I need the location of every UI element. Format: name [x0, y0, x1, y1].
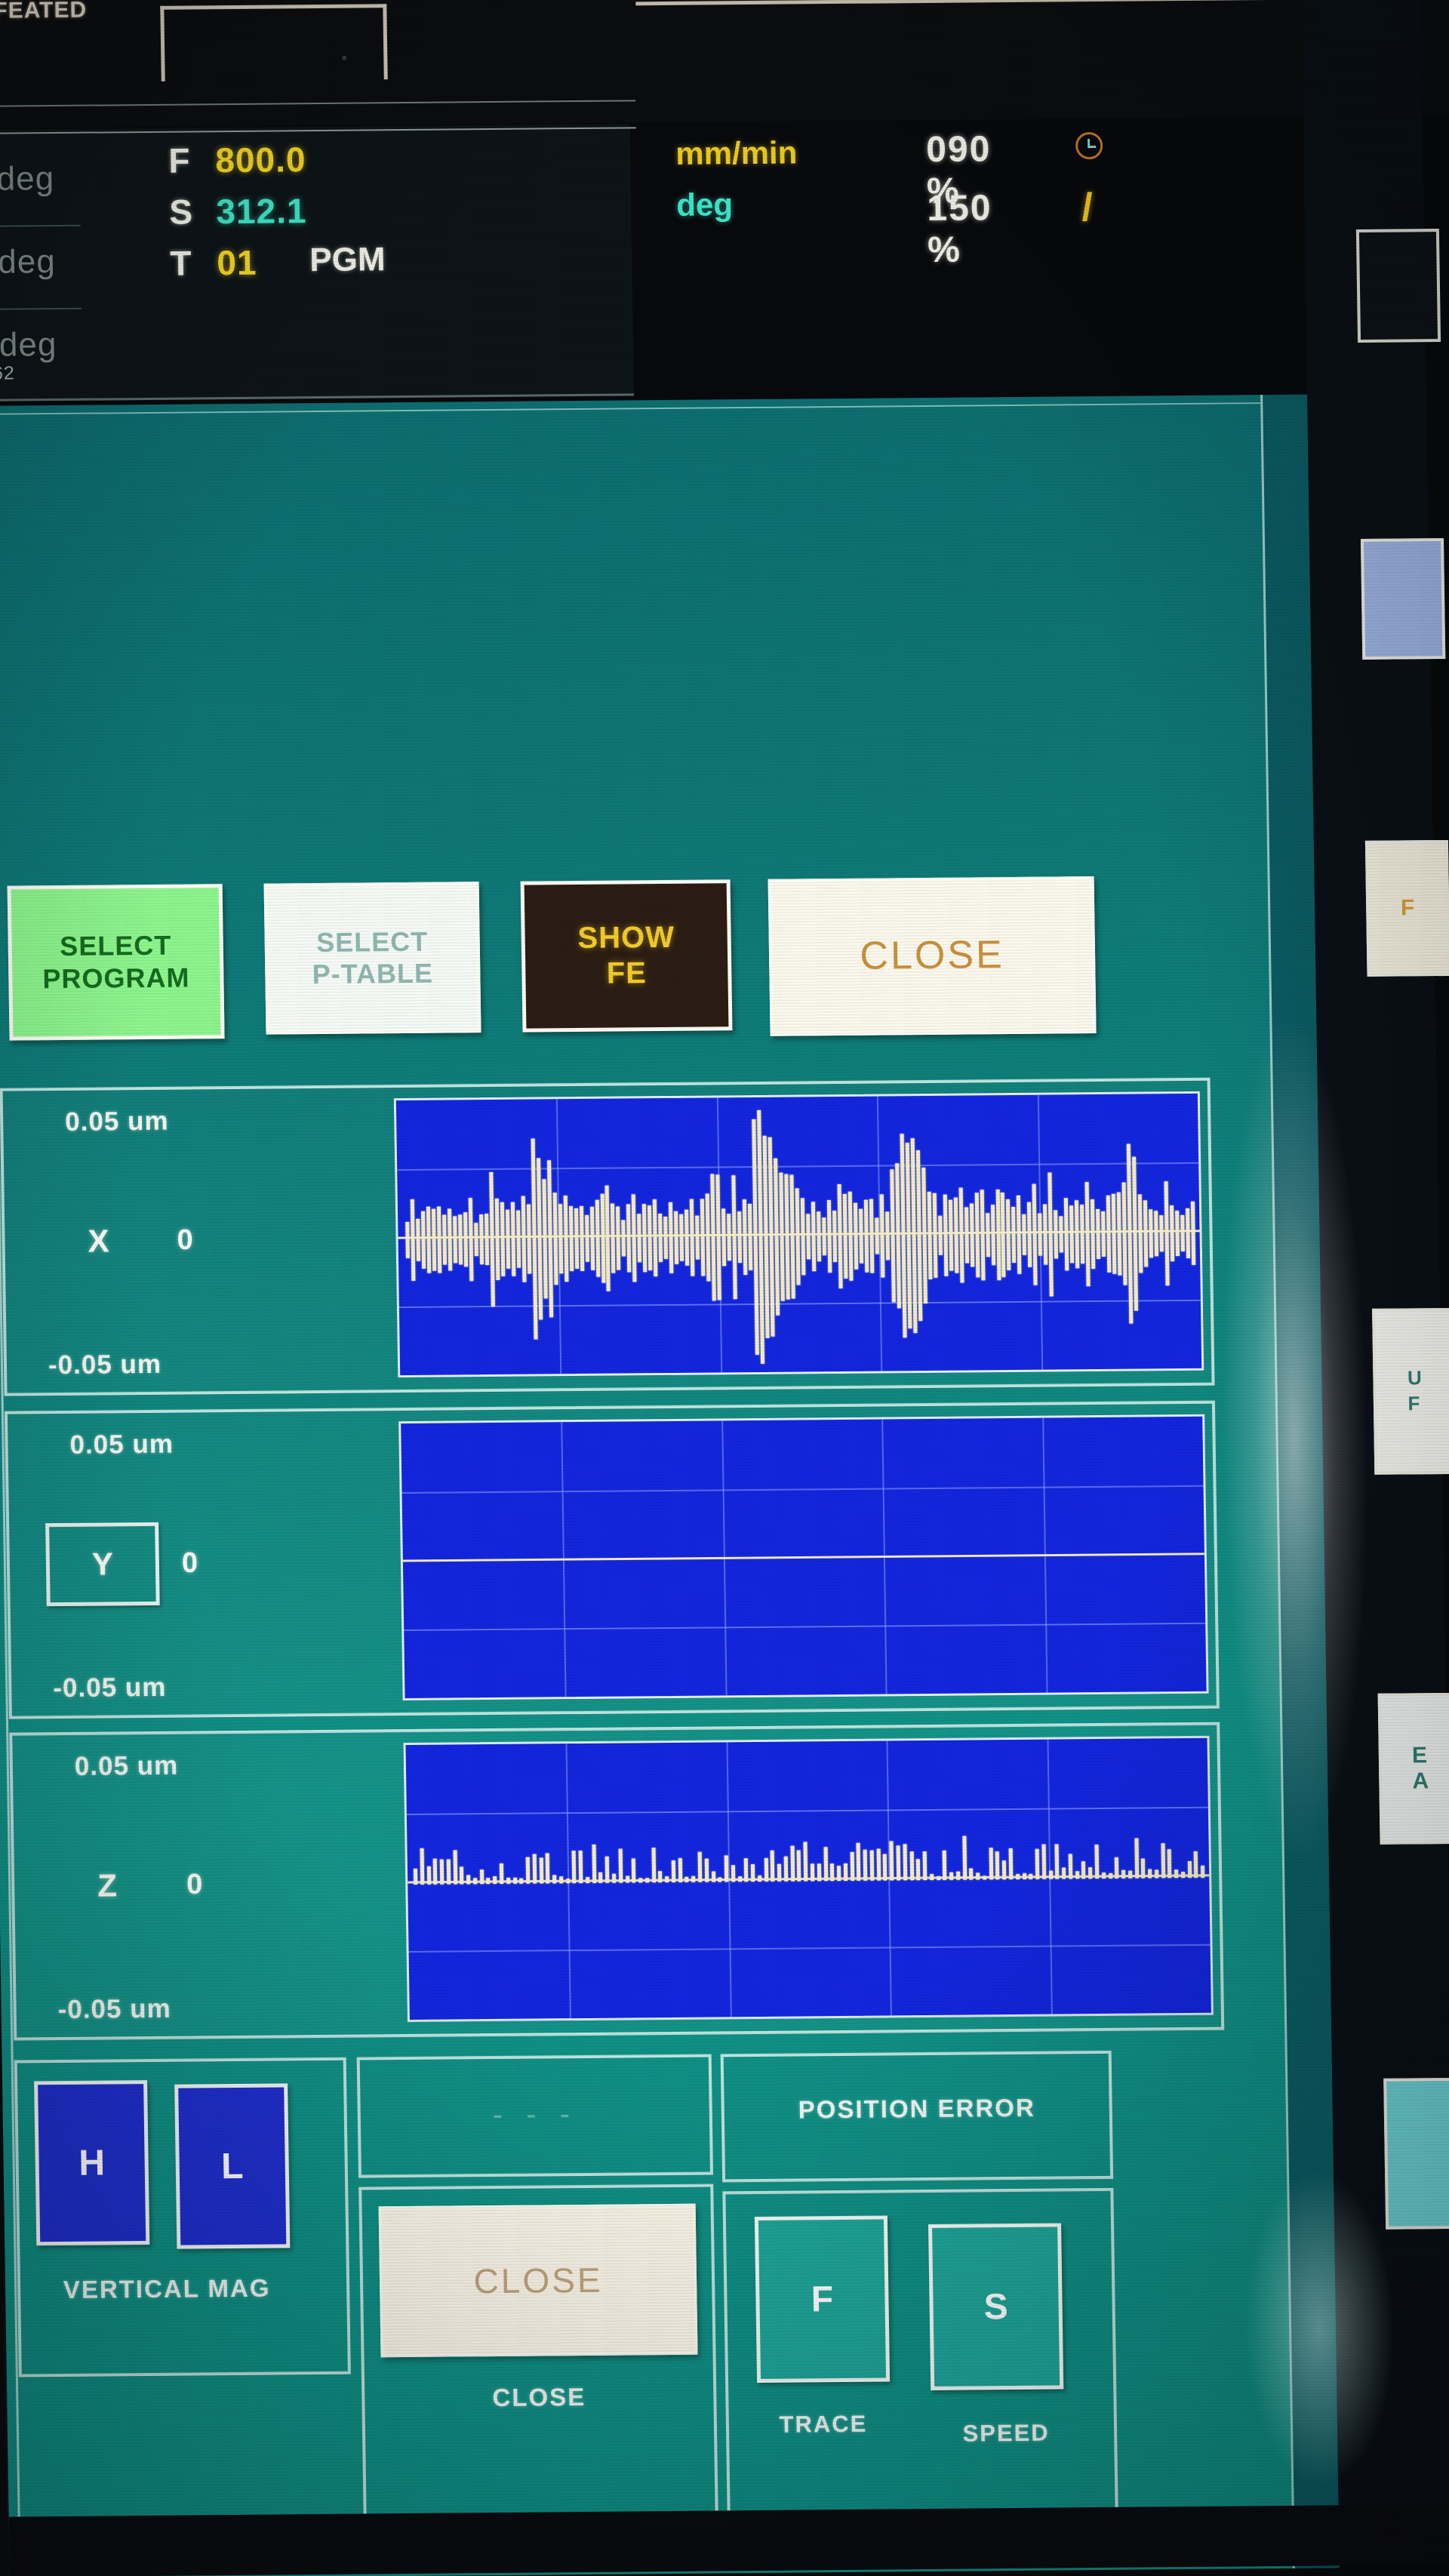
position-unit: deg: [0, 243, 57, 281]
position-row: 5562 234.5562 deg: [0, 312, 83, 397]
select-program-button[interactable]: SELECT PROGRAM: [7, 884, 225, 1041]
units-column: mm/min deg: [675, 134, 798, 239]
graph-axis-name-x[interactable]: X: [88, 1223, 109, 1259]
trace-z: [406, 1738, 1211, 2020]
graph-bottom-label: -0.05 um: [57, 1993, 171, 2025]
right-softkey-6[interactable]: [1383, 2077, 1449, 2230]
close-status-dashes: - - -: [492, 2097, 578, 2132]
graph-panel-y: 0.05 um Y 0 -0.05 um: [4, 1400, 1220, 1719]
graph-zero-label: 0: [181, 1547, 198, 1580]
right-softkey-5[interactable]: EA: [1377, 1692, 1449, 1845]
clock-icon: [1075, 131, 1103, 160]
vertical-mag-caption: VERTICAL MAG: [63, 2273, 271, 2304]
tool-value: 01: [216, 242, 257, 283]
graph-bottom-label: -0.05 um: [53, 1672, 167, 1703]
position-separator: [0, 224, 81, 229]
position-unit: deg: [0, 160, 55, 198]
position-subvalue: 234.5562: [0, 362, 15, 385]
spindle-override-row: 150 % /: [927, 186, 1093, 270]
graph-top-label: 0.05 um: [69, 1429, 174, 1460]
close-button-label: CLOSE: [859, 933, 1005, 979]
graph-top-label: 0.05 um: [64, 1106, 169, 1137]
select-ptable-button[interactable]: SELECT P-TABLE: [263, 882, 481, 1035]
feed-key: F: [168, 140, 190, 180]
screen-photo: EFEATED 0000 0.0000 deg 0000 0.0000 deg …: [0, 0, 1449, 2576]
spindle-row: S 312.1: [169, 187, 623, 242]
tool-row: T 01 PGM: [170, 239, 623, 294]
speed-s-button[interactable]: S: [928, 2223, 1064, 2390]
graph-panel-x: 0.05 um X 0 -0.05 um: [0, 1077, 1215, 1396]
close-small-button[interactable]: CLOSE: [378, 2203, 698, 2358]
feed-row: F 800.0: [168, 136, 622, 191]
bezel-bracket-right: [635, 0, 1392, 82]
bezel-dot: [342, 55, 347, 60]
bottom-dark-strip: [8, 2504, 1449, 2576]
show-fe-label-2: FE: [606, 956, 648, 990]
select-program-label-2: PROGRAM: [42, 962, 190, 994]
graph-axis-name-y[interactable]: Y: [45, 1522, 160, 1607]
show-fe-button[interactable]: SHOW FE: [520, 879, 733, 1033]
feed-spindle-tool-block: F 800.0 S 312.1 T 01 PGM: [168, 136, 623, 294]
right-softkey-4[interactable]: UF: [1372, 1307, 1449, 1475]
position-error-panel: POSITION ERROR: [720, 2050, 1114, 2183]
tool-mode: PGM: [309, 241, 386, 279]
plot-area-y[interactable]: [398, 1414, 1209, 1701]
cnc-screen: EFEATED 0000 0.0000 deg 0000 0.0000 deg …: [0, 0, 1449, 2576]
graph-bottom-label: -0.05 um: [48, 1349, 162, 1380]
feed-unit-row: mm/min: [675, 134, 798, 187]
speed-s-label: S: [983, 2286, 1009, 2327]
bezel-bracket-left: [160, 4, 388, 82]
spindle-key: S: [168, 192, 193, 232]
trace-y: [401, 1417, 1206, 1698]
position-row: 0000 0.0000 deg: [0, 229, 82, 314]
graph-top-label: 0.05 um: [74, 1750, 179, 1781]
position-row: 0000 0.0000 deg: [0, 146, 81, 231]
status-panel-divider: [0, 100, 636, 134]
position-error-caption: POSITION ERROR: [798, 2093, 1036, 2124]
spindle-unit-row: deg: [676, 186, 733, 239]
toolbar: SELECT PROGRAM SELECT P-TABLE SHOW FE CL…: [7, 869, 1247, 1064]
graph-panel-z: 0.05 um Z 0 -0.05 um: [9, 1722, 1225, 2041]
show-fe-label-1: SHOW: [577, 920, 675, 955]
trace-speed-panel: F S TRACE SPEED: [722, 2187, 1118, 2516]
plot-area-z[interactable]: [403, 1735, 1214, 2023]
graph-zero-label: 0: [177, 1223, 194, 1257]
vertical-mag-high-label: H: [78, 2143, 106, 2184]
speed-caption: SPEED: [962, 2419, 1050, 2447]
feed-override-row: 090 %: [926, 129, 1103, 211]
right-softkey-2[interactable]: [1360, 537, 1446, 660]
tool-key: T: [169, 243, 192, 283]
close-panel-caption: CLOSE: [492, 2382, 586, 2412]
feed-value: 800.0: [214, 140, 306, 180]
position-separator: [0, 307, 82, 312]
select-program-label-1: SELECT: [59, 929, 172, 962]
spindle-override-value: 150 %: [926, 188, 992, 270]
trace-f-button[interactable]: F: [754, 2215, 891, 2383]
trace-x: [396, 1094, 1201, 1375]
feed-unit: mm/min: [675, 134, 798, 171]
override-block: 090 % 150 % /: [926, 129, 1103, 270]
vertical-mag-low-button[interactable]: L: [174, 2083, 291, 2249]
vertical-mag-panel: H L VERTICAL MAG: [14, 2057, 351, 2377]
select-ptable-label-1: SELECT: [315, 925, 429, 958]
spindle-unit: deg: [675, 186, 734, 223]
close-panel: CLOSE CLOSE: [358, 2184, 718, 2519]
top-banner-text: EFEATED: [0, 0, 88, 23]
vertical-mag-high-button[interactable]: H: [34, 2080, 150, 2246]
plot-area-x[interactable]: [393, 1091, 1204, 1378]
graph-axis-name-z[interactable]: Z: [97, 1867, 117, 1904]
select-ptable-label-2: P-TABLE: [312, 957, 434, 990]
graph-zero-label: 0: [186, 1868, 203, 1901]
spindle-value: 312.1: [215, 191, 307, 232]
position-unit: deg: [0, 326, 57, 364]
right-softkey-3[interactable]: F: [1364, 839, 1449, 977]
close-status-panel: - - -: [356, 2054, 714, 2178]
slash-icon: /: [1081, 186, 1094, 230]
vertical-mag-low-label: L: [220, 2146, 244, 2187]
right-softkey-1[interactable]: [1355, 229, 1441, 343]
trace-f-label: F: [811, 2279, 834, 2319]
close-small-button-label: CLOSE: [473, 2260, 603, 2301]
position-readout-column: 0000 0.0000 deg 0000 0.0000 deg 5562 234…: [0, 146, 83, 397]
close-button[interactable]: CLOSE: [768, 876, 1097, 1036]
